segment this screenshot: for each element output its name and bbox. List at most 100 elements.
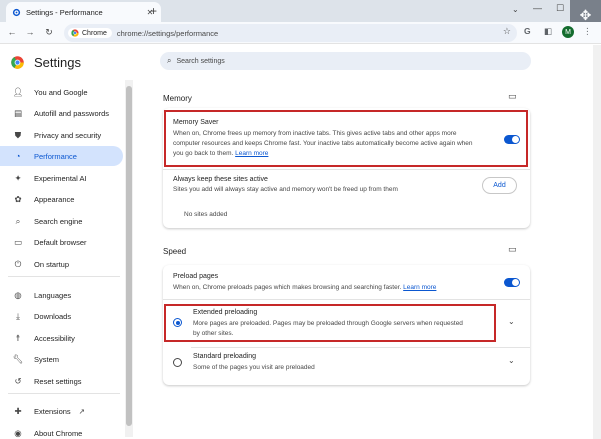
sidebar-item-extensions[interactable]: ✚ Extensions ↗ bbox=[0, 401, 123, 421]
open-external-icon: ↗ bbox=[78, 406, 85, 416]
no-sites-text: No sites added bbox=[184, 211, 228, 218]
wrench-icon: 🔧︎ bbox=[12, 353, 24, 364]
new-tab-button[interactable]: + bbox=[150, 4, 157, 18]
sidebar-item-label: Experimental AI bbox=[34, 173, 87, 183]
tab-strip: Settings - Performance ✕ + ⌄ — ☐ bbox=[0, 0, 601, 22]
row-separator bbox=[191, 347, 530, 348]
power-icon: ⏻ bbox=[14, 258, 22, 269]
site-chip-label: Chrome bbox=[82, 29, 107, 37]
sidebar-item-label: Autofill and passwords bbox=[34, 108, 110, 118]
sidebar-item-label: Performance bbox=[34, 151, 77, 161]
sidebar-item-reset[interactable]: ↺ Reset settings bbox=[0, 371, 123, 391]
sidebar-item-label: Reset settings bbox=[34, 376, 82, 386]
preload-desc: When on, Chrome preloads pages which mak… bbox=[173, 284, 437, 291]
side-panel-icon[interactable]: ◧ bbox=[544, 26, 552, 37]
sidebar-item-label: Default browser bbox=[34, 237, 87, 247]
extended-preloading-radio[interactable] bbox=[173, 318, 182, 327]
sidebar-item-label: Downloads bbox=[34, 311, 72, 321]
sidebar-item-appearance[interactable]: ✿ Appearance bbox=[0, 189, 123, 209]
tab-title: Settings - Performance bbox=[26, 7, 103, 17]
memory-section-title: Memory bbox=[163, 94, 192, 103]
sidebar-item-label: Languages bbox=[34, 290, 72, 300]
memory-learn-more-link[interactable]: Learn more bbox=[235, 150, 268, 157]
sidebar-item-accessibility[interactable]: ☨ Accessibility bbox=[0, 328, 123, 348]
sidebar-item-default-browser[interactable]: ▭ Default browser bbox=[0, 232, 123, 252]
sidebar-item-label: System bbox=[34, 354, 60, 364]
chrome-icon: ◉ bbox=[14, 427, 22, 438]
standard-preloading-desc: Some of the pages you visit are preloade… bbox=[193, 364, 315, 371]
standard-preloading-radio[interactable] bbox=[173, 358, 182, 367]
site-chip[interactable]: Chrome bbox=[68, 28, 112, 38]
search-icon: ⌕ bbox=[167, 56, 172, 65]
sidebar-item-performance[interactable]: ◔ Performance bbox=[0, 146, 123, 166]
sidebar-item-about-chrome[interactable]: ◉ About Chrome bbox=[0, 423, 123, 439]
accessibility-icon: ☨ bbox=[15, 332, 21, 343]
sidebar-item-downloads[interactable]: ⤓ Downloads bbox=[0, 306, 123, 326]
always-active-title: Always keep these sites active bbox=[173, 176, 268, 183]
download-icon: ⤓ bbox=[16, 310, 20, 321]
sidebar-item-label: You and Google bbox=[34, 87, 88, 97]
minimize-icon[interactable]: — bbox=[533, 3, 542, 13]
reset-icon: ↺ bbox=[14, 375, 22, 386]
sidebar-item-label: Search engine bbox=[34, 216, 83, 226]
sidebar-item-label: Extensions bbox=[34, 406, 71, 416]
sidebar-item-experimental-ai[interactable]: ✦ Experimental AI bbox=[0, 168, 123, 188]
speed-card: Preload pages When on, Chrome preloads p… bbox=[163, 265, 530, 385]
sidebar-divider bbox=[8, 393, 120, 394]
row-separator bbox=[163, 169, 530, 170]
settings-brand: Settings bbox=[11, 55, 81, 70]
feedback-icon[interactable]: ▭ bbox=[508, 244, 517, 255]
clipboard-icon: ▤ bbox=[13, 107, 23, 118]
google-lens-icon[interactable]: G bbox=[524, 26, 531, 36]
sidebar-divider bbox=[8, 276, 120, 277]
gear-icon bbox=[12, 8, 21, 17]
speed-section-title: Speed bbox=[163, 247, 187, 256]
sidebar-item-label: On startup bbox=[34, 259, 70, 269]
page-scrollbar[interactable] bbox=[593, 45, 601, 439]
browser-icon: ▭ bbox=[13, 236, 23, 247]
memory-card: Memory Saver When on, Chrome frees up me… bbox=[163, 108, 530, 228]
sidebar-item-you-and-google[interactable]: 👤︎ You and Google bbox=[0, 82, 123, 102]
preload-learn-more-link[interactable]: Learn more bbox=[403, 284, 436, 291]
search-placeholder: Search settings bbox=[176, 57, 225, 65]
toolbar: ← → ↻ Chrome chrome://settings/performan… bbox=[0, 22, 601, 44]
sidebar-item-label: Privacy and security bbox=[34, 130, 102, 140]
speedometer-icon: ◔ bbox=[15, 151, 21, 161]
search-settings-input[interactable]: ⌕ Search settings bbox=[160, 52, 531, 70]
bookmark-star-icon[interactable]: ☆ bbox=[503, 26, 511, 37]
memory-saver-desc: When on, Chrome frees up memory from ina… bbox=[173, 130, 473, 157]
standard-preloading-title: Standard preloading bbox=[193, 353, 257, 360]
reload-icon[interactable]: ↻ bbox=[42, 25, 56, 39]
sidebar-scrollbar[interactable] bbox=[125, 80, 133, 437]
tab-settings-performance[interactable]: Settings - Performance ✕ bbox=[6, 2, 161, 22]
memory-saver-title: Memory Saver bbox=[173, 119, 219, 126]
feedback-icon[interactable]: ▭ bbox=[508, 91, 517, 102]
chrome-icon bbox=[71, 29, 79, 37]
forward-icon[interactable]: → bbox=[23, 25, 37, 39]
memory-saver-toggle[interactable] bbox=[504, 135, 520, 144]
sparkle-icon: ✦ bbox=[14, 172, 22, 183]
tab-search-icon[interactable]: ⌄ bbox=[512, 5, 519, 14]
address-bar[interactable]: Chrome chrome://settings/performance ☆ bbox=[64, 24, 517, 42]
preload-toggle[interactable] bbox=[504, 278, 520, 287]
menu-dots-icon[interactable]: ⋮ bbox=[583, 26, 592, 37]
standard-expand-chevron-icon[interactable]: ⌄ bbox=[508, 356, 515, 365]
back-icon[interactable]: ← bbox=[5, 25, 19, 39]
sidebar-item-search-engine[interactable]: ⌕ Search engine bbox=[0, 211, 123, 231]
extended-expand-chevron-icon[interactable]: ⌄ bbox=[508, 317, 515, 326]
chrome-logo-icon bbox=[11, 56, 24, 69]
shield-icon: ⛊ bbox=[14, 129, 22, 140]
extended-preloading-title: Extended preloading bbox=[193, 309, 258, 316]
sidebar-item-languages[interactable]: ◍ Languages bbox=[0, 285, 123, 305]
search-icon: ⌕ bbox=[15, 215, 21, 226]
sidebar-item-autofill[interactable]: ▤ Autofill and passwords bbox=[0, 103, 123, 123]
maximize-icon[interactable]: ☐ bbox=[556, 3, 564, 14]
sidebar-item-system[interactable]: 🔧︎ System bbox=[0, 349, 123, 369]
extended-preloading-desc: More pages are preloaded. Pages may be p… bbox=[193, 320, 463, 337]
sidebar-item-privacy[interactable]: ⛊ Privacy and security bbox=[0, 125, 123, 145]
add-site-button[interactable]: Add bbox=[482, 177, 517, 194]
scrollbar-thumb[interactable] bbox=[126, 86, 132, 426]
avatar[interactable]: M bbox=[562, 26, 574, 38]
sidebar-item-on-startup[interactable]: ⏻ On startup bbox=[0, 254, 123, 274]
palette-icon: ✿ bbox=[14, 193, 22, 204]
